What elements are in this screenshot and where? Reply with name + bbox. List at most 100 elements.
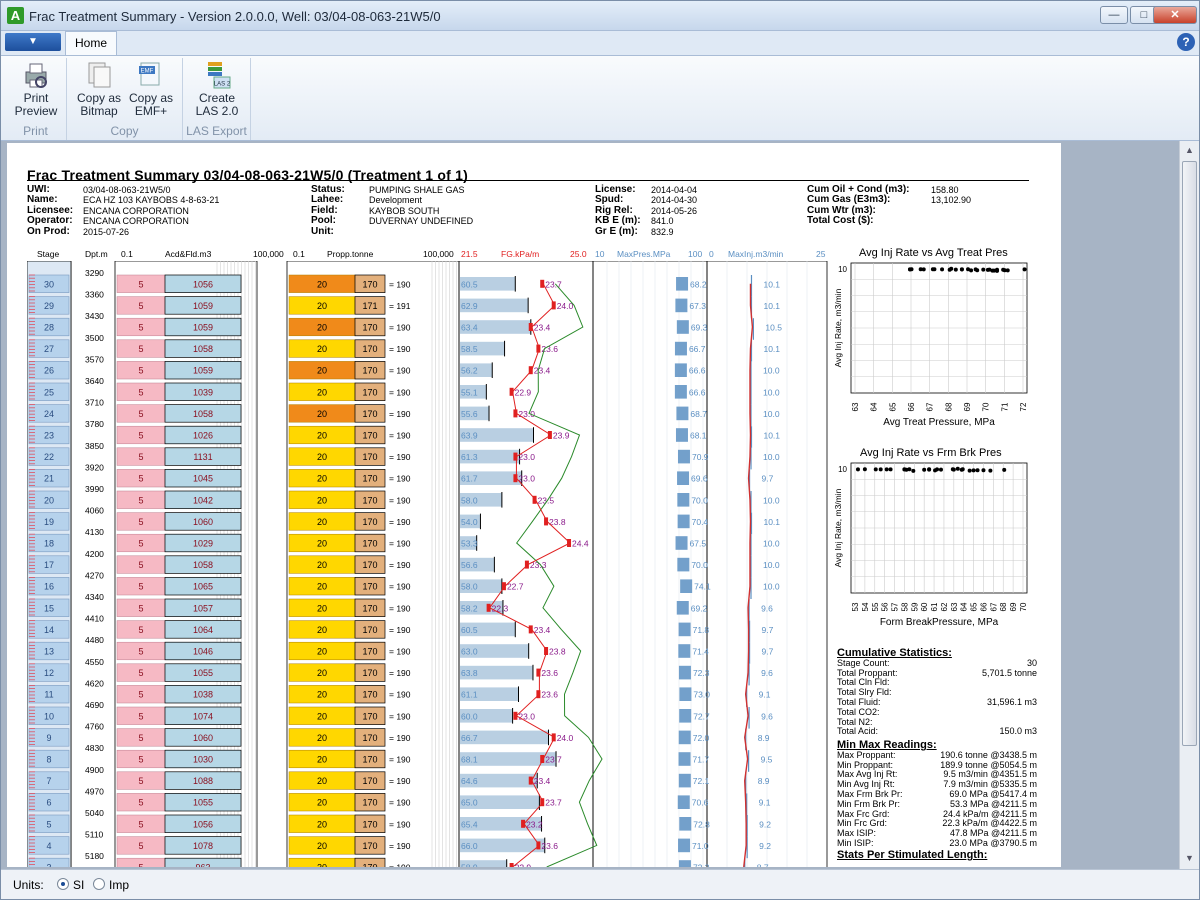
scroll-thumb[interactable]: [1182, 161, 1197, 746]
header-value: DUVERNAY UNDEFINED: [369, 216, 474, 227]
stage-number: 3: [46, 863, 51, 868]
max-pressure-bar: [676, 320, 689, 334]
print-preview-button[interactable]: Print Preview: [9, 60, 63, 118]
x-tick-label: 68: [999, 602, 1008, 611]
create-las-label: Create LAS 2.0: [195, 91, 239, 118]
depth-label: 4130: [85, 527, 104, 537]
max-pressure-bar: [674, 341, 687, 356]
copy-emf-icon: EMF: [139, 62, 160, 86]
acid-value: 5: [138, 560, 143, 570]
acid-value: 5: [138, 452, 143, 462]
fg-value: 23.6: [541, 690, 558, 700]
proppant-value-1: 20: [317, 819, 327, 829]
las-export-icon: LAS 2: [208, 62, 231, 89]
data-point: [951, 467, 956, 472]
proppant-value-2: 170: [362, 841, 377, 851]
proppant-value-1: 20: [317, 668, 327, 678]
vertical-scrollbar[interactable]: ▲ ▼: [1179, 141, 1199, 869]
mp-max: 100: [688, 249, 703, 259]
proppant-value-1: 20: [317, 625, 327, 635]
header-value: 832.9: [651, 226, 674, 237]
fluid-value: 1059: [193, 366, 213, 376]
data-point: [959, 467, 964, 472]
units-imp-radio[interactable]: [93, 878, 105, 890]
stats-key: Total Acid:: [837, 726, 879, 737]
proppant-value-2: 170: [362, 798, 377, 808]
xplot2: 53 54 55 56 57 58 59 60 61 62 63 64 65 66 67 68 69 70 10 Av…: [833, 462, 1028, 628]
proppant-total: = 190: [389, 755, 411, 765]
mi-max: 25: [816, 249, 826, 259]
fluid-value: 1088: [193, 776, 213, 786]
data-point: [940, 267, 945, 272]
data-point: [955, 466, 960, 471]
x-tick-label: 55: [871, 602, 880, 611]
max-injection-value: 10.0: [763, 582, 780, 592]
proppant-value-1: 20: [317, 366, 327, 376]
fluid-value: 1059: [193, 323, 213, 333]
close-button[interactable]: ✕: [1153, 6, 1197, 24]
depth-label: 3360: [85, 290, 104, 300]
proppant-value-2: 170: [362, 755, 377, 765]
proppant-value-2: 170: [362, 409, 377, 419]
proppant-total: = 190: [389, 452, 411, 462]
title-bar: A Frac Treatment Summary - Version 2.0.0…: [1, 1, 1199, 31]
acid-value: 5: [138, 668, 143, 678]
max-pressure-value: 71.4: [692, 647, 709, 657]
proppant-value-1: 20: [317, 863, 327, 868]
x-tick-label: 69: [1009, 602, 1018, 611]
help-icon[interactable]: ?: [1177, 33, 1195, 51]
stats-value: 31,596.1 m3: [986, 696, 1037, 707]
printer-icon: [25, 63, 47, 88]
max-pressure-bar: [677, 557, 690, 572]
proppant-value-1: 20: [317, 690, 327, 700]
acid-value: 5: [138, 539, 143, 549]
scroll-up-icon[interactable]: ▲: [1182, 143, 1197, 158]
max-pressure-value: 69.2: [691, 603, 708, 613]
app-menu-button[interactable]: ▼: [5, 33, 61, 51]
max-pressure-value: 70.4: [692, 517, 709, 527]
max-pressure-value: 73.0: [693, 690, 710, 700]
units-imp-label[interactable]: Imp: [109, 878, 129, 892]
max-injection-value: 9.6: [761, 711, 773, 721]
depth-label: 3640: [85, 376, 104, 386]
breakdown-value: 66.7: [461, 733, 478, 743]
fg-value: 22.7: [507, 582, 524, 592]
x-tick-label: 65: [888, 402, 897, 411]
stage-number: 11: [44, 690, 53, 700]
stage-number: 17: [44, 560, 54, 570]
x-tick-label: 56: [881, 602, 890, 611]
x-tick-label: 66: [979, 602, 988, 611]
minimize-button[interactable]: —: [1100, 6, 1128, 24]
max-pressure-value: 72.8: [693, 819, 710, 829]
header-value: ECA HZ 103 KAYBOBS 4-8-63-21: [83, 195, 220, 206]
breakdown-value: 53.3: [461, 539, 478, 549]
depth-label: 3430: [85, 311, 104, 321]
stats-value: 5,701.5 tonne: [981, 667, 1037, 678]
depth-label: 3990: [85, 484, 104, 494]
stage-number: 20: [44, 495, 54, 505]
stage-number: 22: [44, 452, 54, 462]
fg-value: 23.5: [538, 495, 555, 505]
xplot2-title: Avg Inj Rate vs Frm Brk Pres: [860, 447, 1002, 459]
units-si-label[interactable]: SI: [73, 878, 84, 892]
copy-emf-button[interactable]: EMF Copy as EMF+: [125, 60, 177, 118]
units-label: Units:: [13, 878, 44, 892]
document-area[interactable]: Frac Treatment Summary 03/04-08-063-21W5…: [1, 141, 1199, 869]
max-pressure-value: 70.9: [692, 452, 709, 462]
proppant-value-2: 170: [362, 517, 377, 527]
minmax-stats: Min Max Readings: Max Proppant: 190.6 tonn…: [837, 740, 1037, 849]
scroll-down-icon[interactable]: ▼: [1182, 851, 1197, 866]
tab-home[interactable]: Home: [65, 31, 117, 55]
stage-number: 14: [44, 625, 54, 635]
fg-header: FG.kPa/m: [501, 249, 540, 259]
max-pressure-bar: [675, 536, 688, 550]
copy-bitmap-button[interactable]: Copy as Bitmap: [73, 60, 125, 118]
proppant-value-1: 20: [317, 582, 327, 592]
fluid-value: 1026: [193, 431, 213, 441]
units-si-radio[interactable]: [57, 878, 69, 890]
acid-value: 5: [138, 755, 143, 765]
proppant-total: = 190: [389, 625, 411, 635]
create-las-button[interactable]: LAS 2 Create LAS 2.0: [189, 60, 245, 118]
fg-value: 23.0: [518, 474, 535, 484]
prop-max: 100,000: [423, 249, 454, 259]
